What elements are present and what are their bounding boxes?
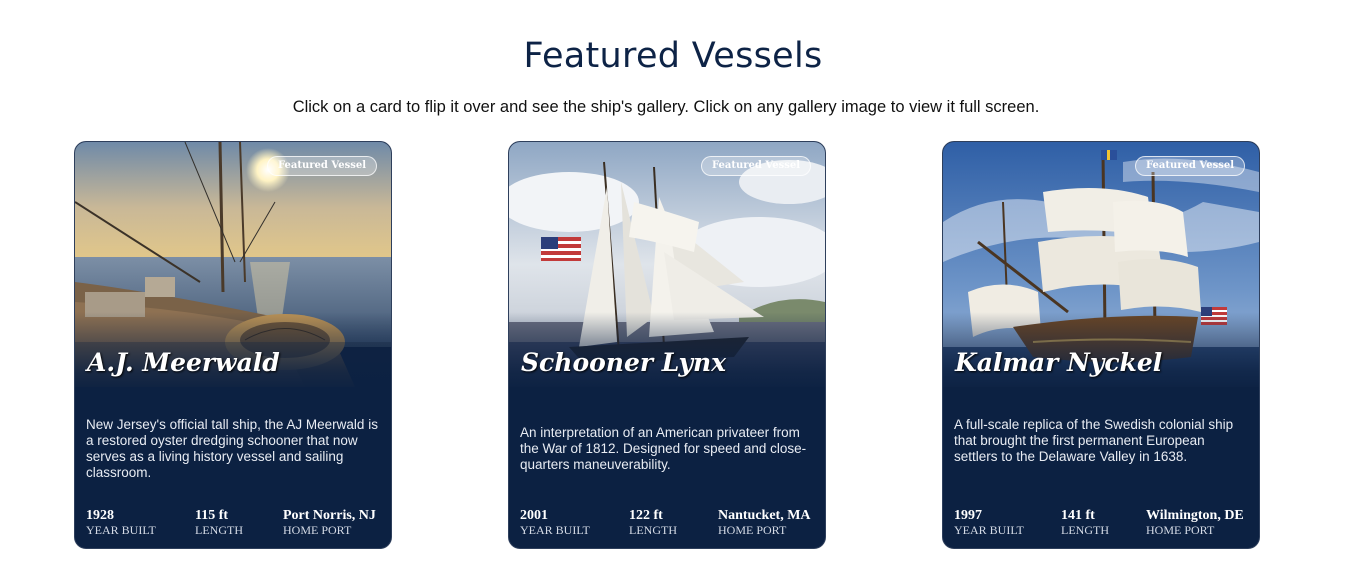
stat-label: LENGTH xyxy=(195,523,243,537)
stat-length: 141 ft LENGTH xyxy=(1061,508,1109,537)
vessel-description: A full-scale replica of the Swedish colo… xyxy=(954,417,1234,464)
stat-value: 1997 xyxy=(954,508,982,523)
vessel-name: A.J. Meerwald xyxy=(87,348,280,377)
stat-year-built: 2001 YEAR BUILT xyxy=(520,508,590,537)
stat-value: 122 ft xyxy=(629,508,663,523)
stat-value: 2001 xyxy=(520,508,548,523)
stat-length: 115 ft LENGTH xyxy=(195,508,243,537)
vessel-stats: 1997 YEAR BUILT 141 ft LENGTH Wilmington… xyxy=(954,508,1254,542)
stat-label: YEAR BUILT xyxy=(954,523,1024,537)
stat-label: LENGTH xyxy=(629,523,677,537)
featured-vessel-badge: Featured Vessel xyxy=(700,156,811,176)
stat-year-built: 1997 YEAR BUILT xyxy=(954,508,1024,537)
vessel-card-schooner-lynx[interactable]: Featured Vessel Schooner Lynx An interpr… xyxy=(508,141,826,549)
vessel-card-aj-meerwald[interactable]: Featured Vessel A.J. Meerwald New Jersey… xyxy=(74,141,392,549)
stat-value: 141 ft xyxy=(1061,508,1095,523)
stat-length: 122 ft LENGTH xyxy=(629,508,677,537)
stat-home-port: Wilmington, DE HOME PORT xyxy=(1146,508,1244,537)
stat-label: YEAR BUILT xyxy=(520,523,590,537)
stat-label: YEAR BUILT xyxy=(86,523,156,537)
stat-label: HOME PORT xyxy=(1146,523,1215,537)
featured-vessel-badge: Featured Vessel xyxy=(1134,156,1245,176)
stat-year-built: 1928 YEAR BUILT xyxy=(86,508,156,537)
stat-home-port: Port Norris, NJ HOME PORT xyxy=(283,508,376,537)
stat-value: Wilmington, DE xyxy=(1146,508,1244,523)
stat-label: HOME PORT xyxy=(718,523,787,537)
stat-label: HOME PORT xyxy=(283,523,352,537)
stat-value: 115 ft xyxy=(195,508,229,523)
stat-label: LENGTH xyxy=(1061,523,1109,537)
page-instructions: Click on a card to flip it over and see … xyxy=(292,98,1040,116)
vessel-name: Schooner Lynx xyxy=(521,348,727,377)
featured-vessel-badge: Featured Vessel xyxy=(266,156,377,176)
vessel-stats: 2001 YEAR BUILT 122 ft LENGTH Nantucket,… xyxy=(520,508,820,542)
stat-value: Nantucket, MA xyxy=(718,508,811,523)
vessel-description: An interpretation of an American private… xyxy=(520,425,807,472)
stat-value: Port Norris, NJ xyxy=(283,508,376,523)
page-heading: Featured Vessels xyxy=(523,36,823,76)
vessel-card-kalmar-nyckel[interactable]: Featured Vessel Kalmar Nyckel A full-sca… xyxy=(942,141,1260,549)
stat-home-port: Nantucket, MA HOME PORT xyxy=(718,508,811,537)
vessel-description: New Jersey's official tall ship, the AJ … xyxy=(86,417,378,480)
vessel-name: Kalmar Nyckel xyxy=(955,348,1163,377)
stat-value: 1928 xyxy=(86,508,114,523)
vessel-stats: 1928 YEAR BUILT 115 ft LENGTH Port Norri… xyxy=(86,508,386,542)
